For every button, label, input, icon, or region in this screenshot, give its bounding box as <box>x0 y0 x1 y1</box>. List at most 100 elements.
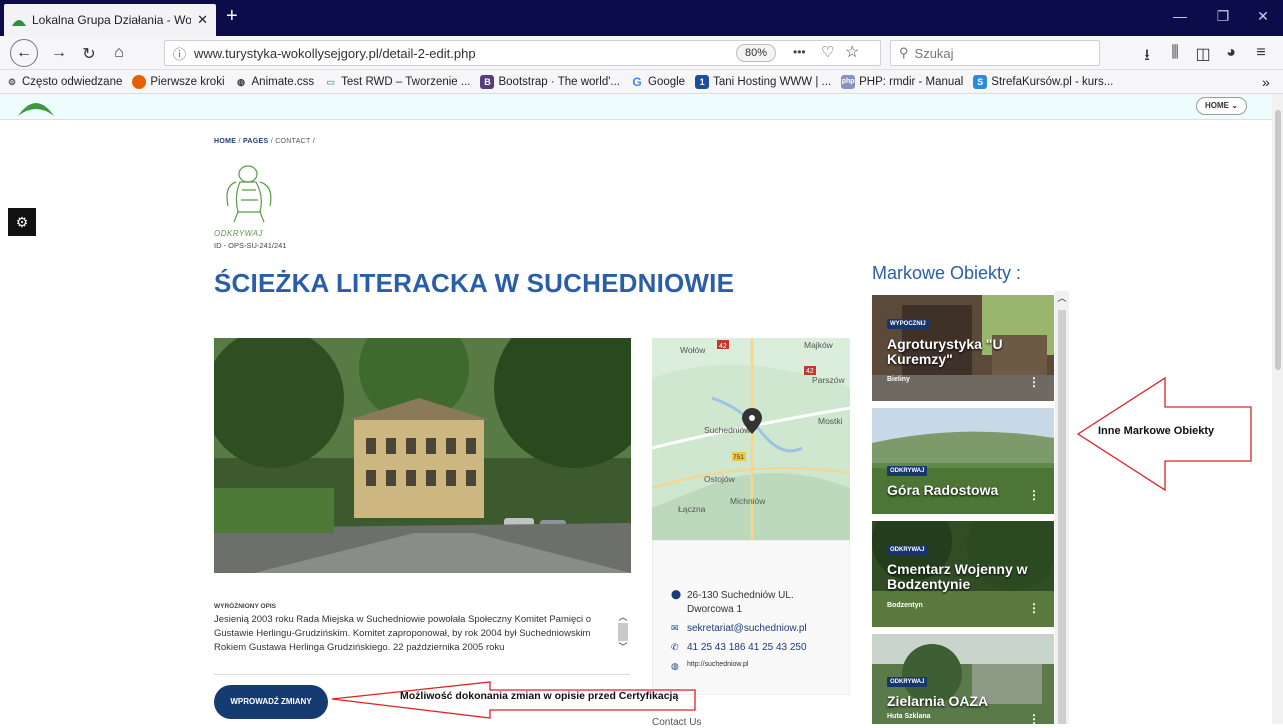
minimize-icon[interactable]: — <box>1160 8 1200 24</box>
scroll-up-icon[interactable]: ︿ <box>1055 291 1069 304</box>
card-category-badge: ODKRYWAJ <box>887 545 928 555</box>
website-link[interactable]: http://suchedniow.pl <box>687 661 749 672</box>
bookmark-item[interactable]: ▭ Test RWD – Tworzenie ... <box>324 75 470 89</box>
bookmark-item[interactable]: G Google <box>630 75 685 89</box>
featured-card[interactable]: ODKRYWAJ Zielarnia OAZA Huta Szklana ⋮ <box>872 634 1054 724</box>
map-label: Suchedniów <box>704 425 751 435</box>
map-road-label: 751 <box>733 454 744 461</box>
map-label: Majków <box>804 340 834 350</box>
extension-icon[interactable]: ◕ <box>1220 44 1242 62</box>
info-icon[interactable]: ⓘ <box>173 44 186 63</box>
card-location: Huta Szklana <box>887 713 931 720</box>
card-title: Zielarnia OAZA <box>887 693 989 709</box>
google-icon: G <box>632 74 642 89</box>
featured-objects-title: Markowe Obiekty : <box>872 263 1022 283</box>
contact-website: ◍ http://suchedniow.pl <box>671 661 749 672</box>
envelope-icon: ✉ <box>671 623 679 633</box>
card-title: Cmentarz Wojenny w Bodzentynie <box>887 561 1028 592</box>
apply-changes-button[interactable]: WPROWADŹ ZMIANY <box>214 685 328 719</box>
description-textarea[interactable]: Jesienią 2003 roku Rada Miejska w Suched… <box>214 613 616 655</box>
email-link[interactable]: sekretariat@suchedniow.pl <box>687 623 807 634</box>
menu-icon[interactable]: ≡ <box>1250 44 1272 62</box>
navigation-bar: ← → ↻ ⌂ ⓘ www.turystyka-wokollysejgory.p… <box>0 36 1283 70</box>
bookmark-item[interactable]: php PHP: rmdir - Manual <box>841 74 963 89</box>
map-road-label: 42 <box>719 343 727 350</box>
map-label: Mostki <box>818 416 843 426</box>
bookmark-item[interactable]: ⚙ Często odwiedzane <box>6 75 122 89</box>
description-label: WYRÓŻNIONY OPIS <box>214 603 276 610</box>
more-vertical-icon[interactable]: ⋮ <box>1028 712 1040 724</box>
bookmark-item[interactable]: B Bootstrap · The world'... <box>480 74 620 89</box>
library-icon[interactable]: ⫼ <box>1164 44 1186 62</box>
back-arrow-icon[interactable]: ← <box>10 39 38 67</box>
odkrywaj-logo: ODKRYWAJ <box>214 156 284 238</box>
search-placeholder: Szukaj <box>914 45 954 61</box>
phone-icon: ✆ <box>671 642 679 652</box>
breadcrumb-pages[interactable]: PAGES <box>243 138 269 145</box>
bookmark-item[interactable]: Pierwsze kroki <box>132 74 225 89</box>
sidebar-icon[interactable]: ◫ <box>1192 44 1214 64</box>
phone-link[interactable]: 41 25 43 186 41 25 43 250 <box>687 642 807 653</box>
breadcrumb: HOME / PAGES / CONTACT / <box>214 138 315 145</box>
strefa-icon: S <box>973 74 988 89</box>
contact-email: ✉ sekretariat@suchedniow.pl <box>671 623 807 634</box>
contact-panel: ⬤ 26-130 Suchedniów UL. Dworcowa 1 ✉ sek… <box>652 540 850 695</box>
more-actions-icon[interactable]: ••• <box>793 45 806 59</box>
reload-icon[interactable]: ↻ <box>78 44 100 64</box>
description-scrollbar[interactable]: ︿ ﹀ <box>616 612 630 670</box>
home-icon[interactable]: ⌂ <box>108 44 130 62</box>
download-icon[interactable]: ⭳ <box>1136 44 1158 71</box>
cards-scrollbar-thumb[interactable] <box>1058 310 1066 724</box>
site-header: HOME ⌄ <box>0 94 1272 120</box>
card-category-badge: WYPOCZNIJ <box>887 319 929 329</box>
firefox-icon <box>132 74 147 89</box>
home-menu-button[interactable]: HOME ⌄ <box>1196 97 1247 115</box>
gear-icon: ⚙ <box>7 76 17 87</box>
page-icon: ▭ <box>326 76 335 87</box>
location-map[interactable]: 42 42 751 Wołów Majków Parszów Mostki Su… <box>652 338 850 540</box>
close-window-icon[interactable]: ✕ <box>1243 8 1283 25</box>
bookmarks-toolbar: ⚙ Często odwiedzane Pierwsze kroki ◍ Anima… <box>0 70 1283 94</box>
url-bar[interactable]: ⓘ www.turystyka-wokollysejgory.pl/detail… <box>164 40 881 66</box>
card-location: Bodzentyn <box>887 602 923 609</box>
search-input[interactable]: ⚲ Szukaj <box>890 40 1100 66</box>
card-location: Bieliny <box>887 376 910 383</box>
bookmark-item[interactable]: ◍ Animate.css <box>235 75 314 89</box>
address-line1: 26-130 Suchedniów UL. <box>687 590 794 601</box>
breadcrumb-home[interactable]: HOME <box>214 138 236 145</box>
featured-card[interactable]: ODKRYWAJ Cmentarz Wojenny w Bodzentynie … <box>872 521 1054 627</box>
zoom-badge[interactable]: 80% <box>736 44 777 62</box>
restore-icon[interactable]: ❐ <box>1203 8 1243 25</box>
pocket-icon[interactable]: ♡ <box>821 43 834 61</box>
annotation-objects-note: Inne Markowe Obiekty <box>1098 425 1215 437</box>
browser-tab[interactable]: Lokalna Grupa Działania - Wok ✕ <box>4 4 216 36</box>
settings-gear-icon[interactable]: ⚙ <box>8 208 36 236</box>
card-category-badge: ODKRYWAJ <box>887 466 928 476</box>
featured-card[interactable]: ODKRYWAJ Góra Radostowa ⋮ <box>872 408 1054 514</box>
card-title: Góra Radostowa <box>887 482 999 498</box>
page-scrollbar-thumb[interactable] <box>1275 110 1281 370</box>
more-vertical-icon[interactable]: ⋮ <box>1028 601 1040 615</box>
bookmark-star-icon[interactable]: ☆ <box>845 42 859 62</box>
scroll-down-icon[interactable]: ﹀ <box>616 642 630 652</box>
map-label: Wołów <box>680 345 706 355</box>
map-label: Michniów <box>730 496 766 506</box>
bookmark-item[interactable]: S StrefaKursów.pl - kurs... <box>973 74 1113 89</box>
contact-address: ⬤ 26-130 Suchedniów UL. Dworcowa 1 <box>671 589 794 617</box>
bookmark-item[interactable]: 1 Tani Hosting WWW | ... <box>695 74 831 89</box>
close-tab-icon[interactable]: ✕ <box>197 12 208 28</box>
more-vertical-icon[interactable]: ⋮ <box>1028 488 1040 502</box>
main-photo <box>214 338 631 573</box>
globe-icon: ◍ <box>671 661 679 671</box>
php-icon: php <box>841 74 856 89</box>
page-title: ŚCIEŻKA LITERACKA W SUCHEDNIOWIE <box>214 268 735 298</box>
site-logo-icon[interactable] <box>18 96 54 121</box>
search-icon: ⚲ <box>899 45 909 60</box>
featured-card[interactable]: WYPOCZNIJ Agroturystyka "U Kuremzy" Biel… <box>872 295 1054 401</box>
divider <box>214 674 630 675</box>
more-vertical-icon[interactable]: ⋮ <box>1028 375 1040 389</box>
scroll-up-icon[interactable]: ︿ <box>616 612 630 622</box>
forward-arrow-icon[interactable]: → <box>48 44 70 62</box>
bookmarks-overflow-icon[interactable]: » <box>1262 74 1270 90</box>
new-tab-button[interactable]: + <box>226 6 238 26</box>
